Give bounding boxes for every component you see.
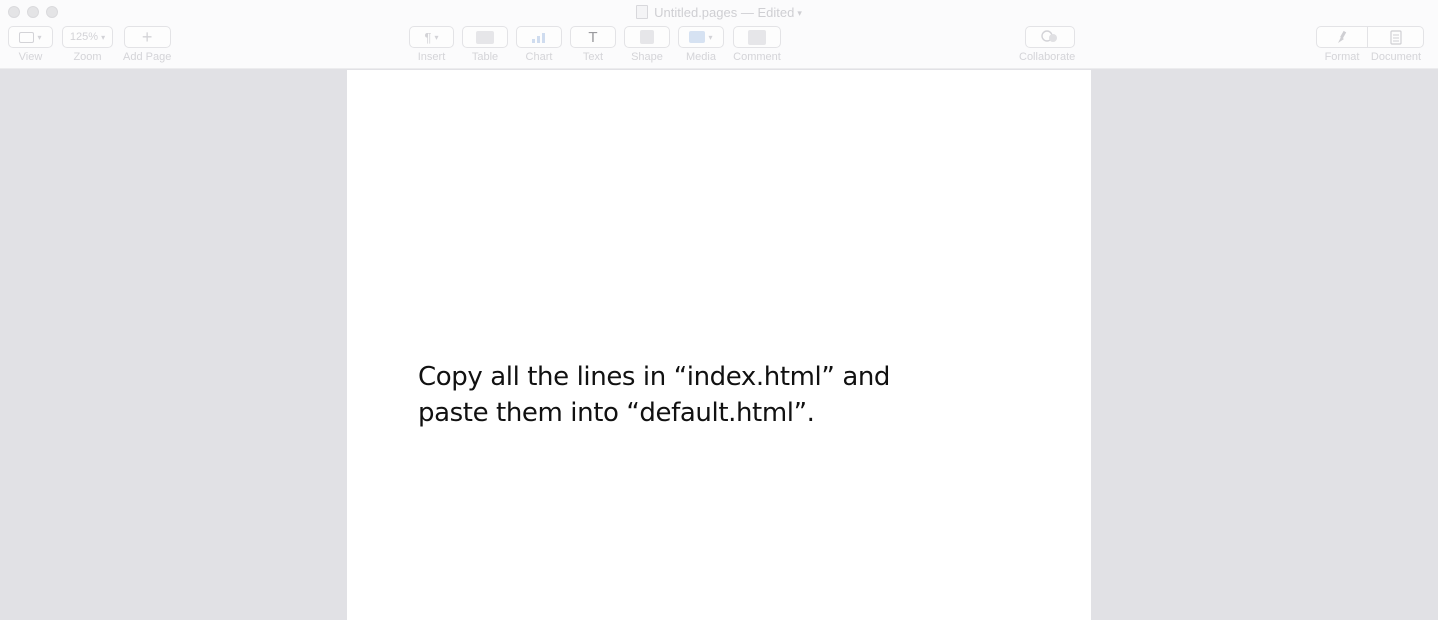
text-t-icon: T: [588, 28, 598, 46]
view-label: View: [18, 51, 43, 63]
shape-label: Shape: [631, 51, 663, 63]
comment-tool[interactable]: Comment: [733, 26, 781, 63]
media-tool[interactable]: ▾ Media: [678, 26, 724, 63]
table-button[interactable]: [462, 26, 508, 48]
chart-button[interactable]: [516, 26, 562, 48]
media-label: Media: [686, 51, 716, 63]
document-page[interactable]: Copy all the lines in “index.html” and p…: [347, 70, 1091, 620]
text-button[interactable]: T: [570, 26, 616, 48]
document-button[interactable]: [1368, 26, 1424, 48]
window-title[interactable]: Untitled.pages: [654, 5, 737, 20]
chevron-down-icon: ▾: [708, 32, 713, 42]
format-tool[interactable]: Format: [1316, 26, 1368, 63]
text-tool[interactable]: T Text: [570, 26, 616, 63]
format-label: Format: [1324, 51, 1360, 63]
table-label: Table: [471, 51, 499, 63]
plus-icon: +: [141, 26, 153, 47]
bar-chart-icon: [532, 33, 545, 43]
document-tool[interactable]: Document: [1368, 26, 1424, 63]
pages-window: Untitled.pages — Edited ▾ ▾ View 125% ▾ Zo…: [0, 0, 1438, 620]
chart-label: Chart: [525, 51, 553, 63]
edited-status: — Edited: [740, 5, 795, 20]
add-page-tool[interactable]: + Add Page: [123, 26, 171, 63]
zoom-value: 125%: [69, 31, 99, 43]
shape-icon: [640, 30, 654, 44]
insert-button[interactable]: ¶ ▾: [409, 26, 454, 48]
shape-tool[interactable]: Shape: [624, 26, 670, 63]
comment-label: Comment: [733, 51, 781, 63]
insert-label: Insert: [417, 51, 446, 63]
chevron-down-icon: ▾: [434, 32, 439, 42]
text-label: Text: [582, 51, 604, 63]
add-page-label: Add Page: [123, 51, 172, 63]
chevron-down-icon: ▾: [37, 32, 42, 42]
view-button[interactable]: ▾: [8, 26, 53, 48]
collaborate-button[interactable]: [1025, 26, 1076, 48]
image-icon: [689, 31, 706, 43]
document-file-icon: [636, 5, 649, 19]
add-page-button[interactable]: +: [123, 26, 171, 48]
media-button[interactable]: ▾: [678, 26, 724, 48]
table-icon: [476, 30, 494, 44]
chevron-down-icon: ▾: [101, 32, 106, 42]
comment-button[interactable]: [733, 26, 781, 48]
table-tool[interactable]: Table: [462, 26, 508, 63]
zoom-tool[interactable]: 125% ▾ Zoom: [62, 26, 113, 63]
pilcrow-icon: ¶: [424, 29, 432, 45]
comment-icon: [748, 29, 766, 45]
window-title-bar: Untitled.pages — Edited ▾: [0, 5, 1438, 21]
chart-tool[interactable]: Chart: [516, 26, 562, 63]
paintbrush-icon: [1338, 30, 1347, 43]
body-line-2: paste them into “default.html”.: [418, 398, 815, 428]
sidebar-view-icon: [19, 31, 35, 43]
format-button[interactable]: [1316, 26, 1368, 48]
insert-tool[interactable]: ¶ ▾ Insert: [409, 26, 454, 63]
document-label: Document: [1370, 51, 1422, 63]
body-line-1: Copy all the lines in “index.html” and: [418, 362, 891, 392]
zoom-select[interactable]: 125% ▾: [62, 26, 113, 48]
shape-button[interactable]: [624, 26, 670, 48]
document-icon: [1389, 29, 1402, 45]
view-tool[interactable]: ▾ View: [8, 26, 53, 63]
collaborate-label: Collaborate: [1019, 51, 1076, 63]
people-icon: [1041, 30, 1058, 42]
zoom-label: Zoom: [73, 51, 102, 63]
chevron-down-icon[interactable]: ▾: [797, 8, 802, 18]
document-body-text[interactable]: Copy all the lines in “index.html” and p…: [418, 359, 1018, 431]
collaborate-tool[interactable]: Collaborate: [1019, 26, 1075, 63]
toolbar: Untitled.pages — Edited ▾ ▾ View 125% ▾ Zo…: [0, 0, 1438, 69]
